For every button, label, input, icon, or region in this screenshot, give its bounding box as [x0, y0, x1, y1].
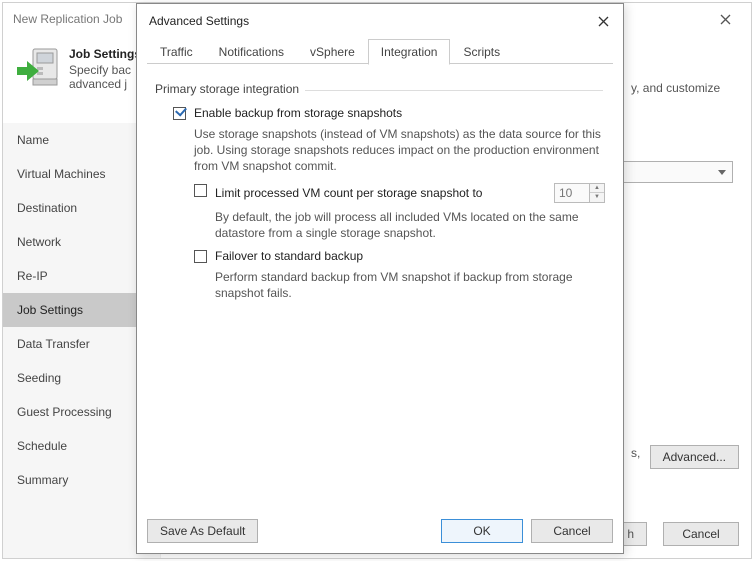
limit-vm-count-description: By default, the job will process all inc…: [194, 207, 605, 245]
close-icon[interactable]: [709, 3, 741, 35]
group-divider: [301, 90, 603, 91]
dialog-tabs: Traffic Notifications vSphere Integratio…: [137, 38, 623, 64]
spinner-down-icon[interactable]: ▼: [590, 193, 604, 202]
enable-backup-description: Use storage snapshots (instead of VM sna…: [173, 124, 605, 179]
tab-notifications[interactable]: Notifications: [206, 39, 297, 64]
limit-vm-count-checkbox[interactable]: [194, 184, 207, 197]
failover-description: Perform standard backup from VM snapshot…: [194, 267, 605, 305]
advanced-button-row: Advanced...: [650, 445, 739, 469]
group-primary-storage: Primary storage integration: [155, 82, 305, 96]
tab-scripts[interactable]: Scripts: [450, 39, 513, 64]
save-as-default-button[interactable]: Save As Default: [147, 519, 258, 543]
spinner-up-icon[interactable]: ▲: [590, 184, 604, 193]
limit-vm-count-input[interactable]: [554, 183, 590, 203]
wizard-footer-buttons: h Cancel: [614, 522, 739, 546]
dialog-cancel-button[interactable]: Cancel: [531, 519, 613, 543]
advanced-button[interactable]: Advanced...: [650, 445, 739, 469]
tab-traffic[interactable]: Traffic: [147, 39, 206, 64]
dialog-footer: Save As Default OK Cancel: [147, 519, 613, 543]
job-settings-icon: [17, 47, 57, 87]
failover-checkbox[interactable]: [194, 250, 207, 263]
tab-vsphere[interactable]: vSphere: [297, 39, 368, 64]
dialog-titlebar: Advanced Settings: [137, 4, 623, 38]
dialog-body: Primary storage integration Enable backu…: [137, 64, 623, 504]
dialog-title: Advanced Settings: [149, 14, 249, 28]
parent-text-peek-2: s,: [631, 446, 640, 460]
failover-label: Failover to standard backup: [215, 249, 363, 263]
wizard-header-text: Job Settings Specify bacadvanced j: [69, 47, 141, 91]
page-subtitle: Specify bacadvanced j: [69, 63, 141, 91]
page-title: Job Settings: [69, 47, 141, 61]
dialog-close-icon[interactable]: [587, 5, 619, 37]
parent-text-peek-1: y, and customize: [631, 81, 720, 95]
tab-integration[interactable]: Integration: [368, 39, 451, 65]
enable-backup-label: Enable backup from storage snapshots: [194, 106, 402, 120]
ok-button[interactable]: OK: [441, 519, 523, 543]
limit-vm-count-label: Limit processed VM count per storage sna…: [215, 186, 482, 200]
enable-backup-checkbox[interactable]: [173, 107, 186, 120]
advanced-settings-dialog: Advanced Settings Traffic Notifications …: [136, 3, 624, 554]
cancel-button[interactable]: Cancel: [663, 522, 739, 546]
parent-title: New Replication Job: [13, 12, 122, 26]
